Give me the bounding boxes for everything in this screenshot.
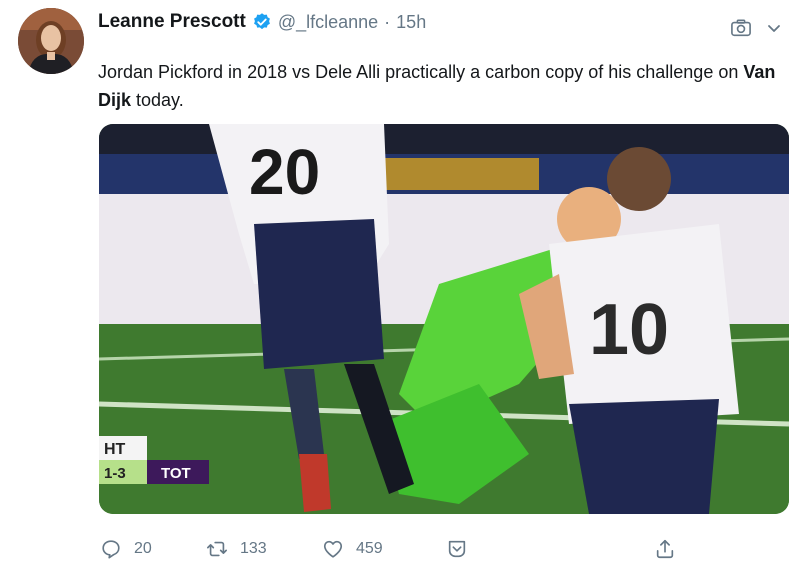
camera-icon[interactable] bbox=[730, 18, 752, 38]
tweet-timestamp[interactable]: 15h bbox=[396, 12, 426, 33]
tweet-top-actions bbox=[730, 18, 782, 38]
retweet-button[interactable]: 133 bbox=[206, 538, 267, 560]
tweet-text-end: today. bbox=[131, 90, 184, 110]
header-separator: · bbox=[384, 11, 391, 32]
heart-icon bbox=[323, 540, 343, 558]
tweet-text: Jordan Pickford in 2018 vs Dele Alli pra… bbox=[98, 58, 788, 114]
reply-count: 20 bbox=[134, 540, 152, 557]
tweet-video[interactable]: 20 10 HT 1-3 TOT bbox=[99, 124, 789, 514]
like-button[interactable]: 459 bbox=[322, 538, 383, 560]
author-name[interactable]: Leanne Prescott bbox=[98, 11, 246, 33]
like-count: 459 bbox=[356, 540, 383, 557]
video-frame: 20 10 HT 1-3 TOT bbox=[99, 124, 789, 514]
player-number-20: 20 bbox=[249, 136, 320, 208]
scoreboard-score: 1-3 bbox=[104, 465, 126, 482]
share-button[interactable] bbox=[654, 538, 676, 560]
share-icon bbox=[656, 539, 674, 559]
scoreboard-team: TOT bbox=[161, 465, 191, 482]
author-handle[interactable]: @_lfcleanne bbox=[278, 12, 378, 33]
player-number-10: 10 bbox=[589, 290, 669, 370]
tweet-header: Leanne Prescott @_lfcleanne · 15h bbox=[98, 8, 426, 36]
avatar-image bbox=[18, 8, 84, 74]
scoreboard-period: HT bbox=[104, 441, 126, 458]
reply-icon bbox=[102, 540, 120, 559]
chevron-down-icon[interactable] bbox=[766, 20, 782, 36]
verified-badge-icon bbox=[253, 13, 270, 30]
reply-button[interactable]: 20 bbox=[100, 538, 152, 560]
avatar[interactable] bbox=[18, 8, 84, 74]
tweet-actions: 20 133 459 bbox=[100, 538, 700, 564]
tweet-text-part: Jordan Pickford in 2018 vs Dele Alli pra… bbox=[98, 62, 744, 82]
retweet-count: 133 bbox=[240, 540, 267, 557]
direct-message-button[interactable] bbox=[446, 538, 468, 560]
direct-message-icon bbox=[448, 540, 466, 558]
retweet-icon bbox=[207, 541, 227, 557]
